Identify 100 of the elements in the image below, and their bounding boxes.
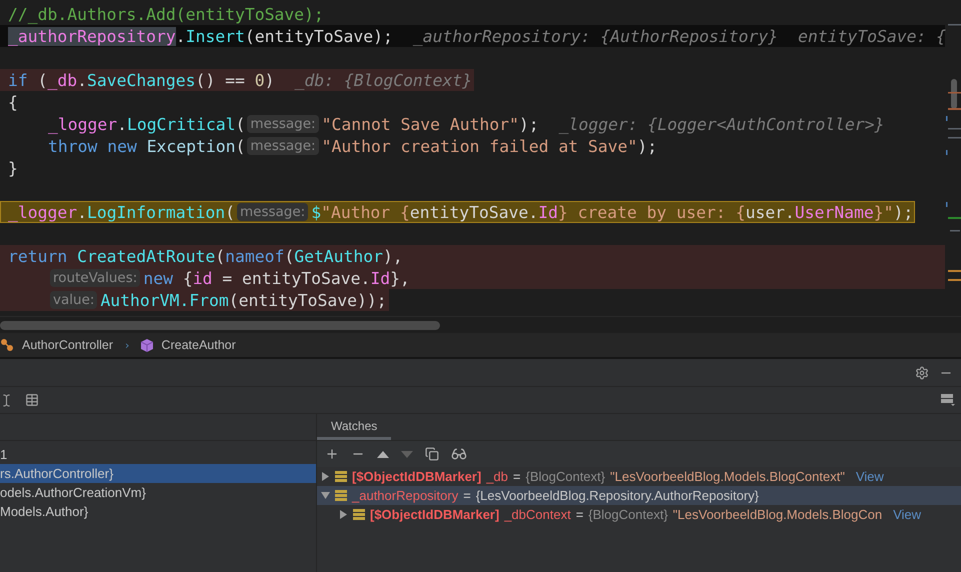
code-token: GetAuthor [294, 246, 384, 266]
variable-row[interactable]: odels.AuthorCreationVm} [0, 483, 316, 502]
cube-icon [141, 338, 154, 352]
parameter-hint: message: [236, 203, 308, 221]
breadcrumb-item[interactable]: CreateAuthor [161, 338, 236, 352]
code-token: Exception [146, 136, 236, 156]
breadcrumb-item[interactable]: AuthorController [22, 338, 114, 352]
equals-sign: = [463, 488, 471, 503]
inline-value: entityToSave: { [798, 26, 946, 46]
code-token: //_db.Authors.Add(entityToSave); [8, 4, 324, 24]
code-token: LogCritical [126, 114, 236, 134]
collapse-icon[interactable] [321, 491, 330, 500]
code-token: ( [36, 70, 48, 90]
view-link[interactable]: View [856, 469, 884, 484]
code-token: . [77, 202, 87, 222]
code-token: throw new [48, 136, 138, 156]
code-token: _logger [48, 114, 118, 134]
variable-value: {LesVoorbeeldBlog.Repository.AuthorRepository} [476, 488, 759, 503]
variable-row[interactable]: Models.Author} [0, 502, 316, 521]
code-token: 0 [254, 70, 265, 90]
code-token: new [143, 268, 174, 288]
breadcrumb-separator: › [125, 338, 130, 352]
code-token: ( [236, 136, 246, 156]
code-token: UserName [794, 202, 874, 222]
object-marker: [$ObjectIdDBMarker] [352, 469, 482, 484]
code-token: AuthorVM. [100, 290, 190, 310]
code-token: Id [370, 268, 390, 288]
field-icon [335, 471, 347, 482]
variable-name: _db [486, 469, 508, 484]
code-token: ( [215, 246, 226, 266]
code-token: LogInformation [86, 202, 226, 222]
code-token: user. [745, 202, 795, 222]
code-token: _db [48, 70, 78, 90]
equals-sign: = [576, 507, 584, 522]
parameter-hint: message: [247, 137, 319, 155]
expand-icon[interactable] [321, 472, 330, 481]
settings-icon[interactable] [915, 366, 929, 380]
code-token: . [176, 26, 186, 46]
code-token: . [117, 114, 127, 134]
code-token: "Author creation failed at Save" [322, 136, 638, 156]
code-token: ); [637, 136, 658, 156]
code-token: Id [538, 202, 558, 222]
code-token: entityToSave. [410, 202, 538, 222]
equals-sign: = [513, 469, 521, 484]
code-token: ); [519, 114, 539, 134]
field-icon [353, 509, 365, 520]
watch-row[interactable]: _authorRepository = {LesVoorbeeldBlog.Repository.AuthorRepository} [317, 486, 961, 505]
object-marker: [$ObjectIdDBMarker] [370, 507, 500, 522]
scrollbar-thumb[interactable] [0, 320, 440, 330]
code-token: CreatedAtRoute [77, 246, 216, 266]
code-token: id [192, 268, 212, 288]
code-token: (entityToSave); [244, 26, 393, 46]
code-token: . [77, 70, 87, 90]
code-token: nameof [225, 246, 284, 266]
parameter-hint: value: [50, 291, 98, 309]
code-token: if [8, 70, 28, 90]
layout-icon[interactable] [941, 393, 955, 407]
move-up-icon[interactable] [377, 450, 389, 458]
variable-type: {BlogContext} [588, 507, 668, 522]
expand-icon[interactable] [339, 510, 348, 519]
table-icon[interactable] [25, 393, 39, 407]
code-token: ) [264, 70, 275, 90]
view-link[interactable]: View [893, 507, 922, 522]
inline-value: _logger: {Logger<AuthController>} [558, 114, 884, 134]
code-token: _logger [8, 202, 78, 222]
code-token: ( [236, 114, 246, 134]
glasses-icon[interactable] [451, 446, 467, 462]
code-token: SaveChanges [86, 70, 196, 90]
inline-value: _authorRepository: {AuthorRepository} [412, 26, 778, 46]
watch-row[interactable]: [$ObjectIdDBMarker] _dbContext = {BlogContext} "LesVoorbeeldBlog.Models.BlogCon View [317, 505, 961, 524]
variable-name: _dbContext [504, 507, 571, 522]
code-token: ); [894, 202, 914, 222]
code-token: From [189, 290, 229, 310]
code-token: () == [196, 70, 246, 90]
parameter-hint: routeValues: [50, 269, 140, 287]
variable-type: {BlogContext} [526, 469, 606, 484]
watch-row[interactable]: [$ObjectIdDBMarker] _db = {BlogContext} "LesVoorbeeldBlog.Models.BlogContext" View [317, 467, 961, 486]
code-token: = entityToSave. [221, 268, 370, 288]
copy-icon[interactable] [425, 447, 439, 461]
variable-value: "LesVoorbeeldBlog.Models.BlogContext" [610, 469, 845, 484]
field-icon [335, 490, 347, 501]
code-token: "Author { [321, 202, 410, 222]
code-token: } [8, 158, 18, 178]
parameter-hint: message: [247, 115, 319, 133]
add-icon[interactable] [325, 447, 339, 461]
code-token: { [182, 268, 193, 288]
variable-value: "LesVoorbeeldBlog.Models.BlogCon [672, 507, 882, 522]
variable-row[interactable]: 1 [0, 445, 316, 464]
code-token: return [8, 246, 68, 266]
code-token: }, [390, 268, 410, 288]
code-token: } create by user: { [558, 202, 746, 222]
code-token: _authorRepository [8, 26, 176, 46]
code-token: ( [284, 246, 294, 266]
code-token: }" [874, 202, 894, 222]
variable-name: _authorRepository [352, 488, 458, 503]
code-token: ), [383, 246, 403, 266]
code-token: Insert [186, 26, 245, 46]
variable-row[interactable]: rs.AuthorController} [0, 464, 316, 483]
code-token: (entityToSave)); [228, 290, 387, 310]
code-token: "Cannot Save Author" [322, 114, 519, 134]
